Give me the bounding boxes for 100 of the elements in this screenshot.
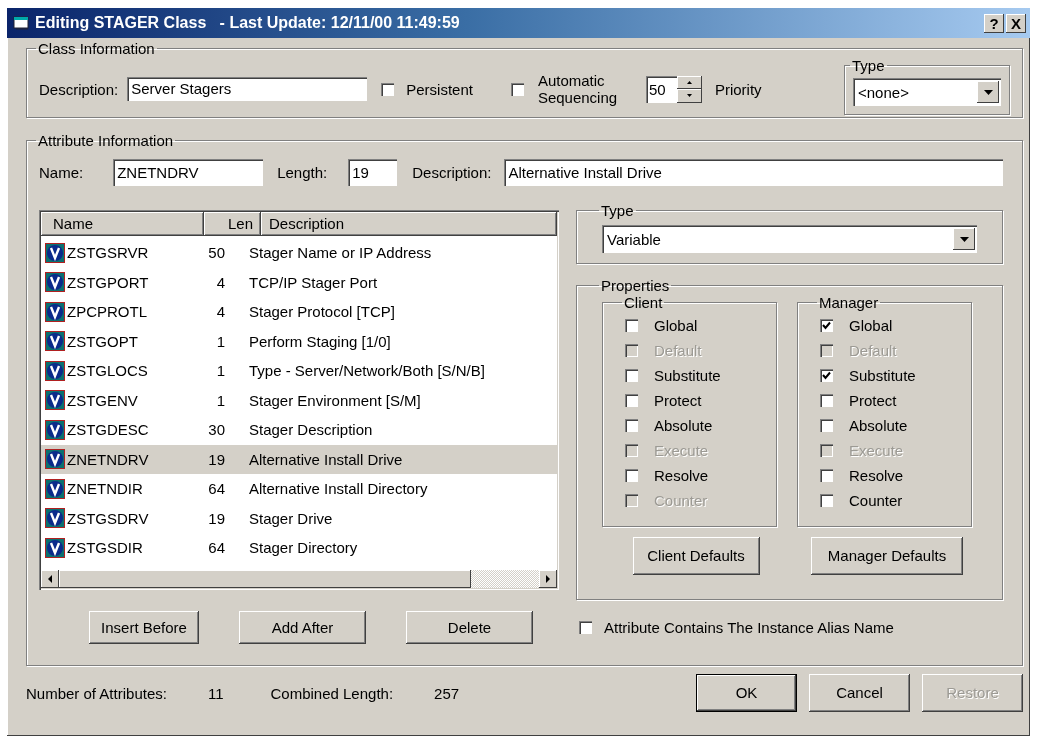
checkbox-label: Resolve [849,467,904,484]
variable-icon [45,390,65,411]
table-cell: Stager Description [249,421,373,439]
list-row[interactable]: ZNETNDRV 19 Alternative Install Drive [41,444,557,474]
table-cell-text: ZSTGOPT [66,332,139,350]
table-cell-text: ZSTGENV [66,391,139,409]
column-header[interactable]: Len [204,212,261,236]
table-cell: Stager Drive [249,509,333,527]
scrollbar-thumb[interactable] [59,570,471,588]
checkbox[interactable] [625,469,638,482]
table-cell: Alternative Install Directory [249,480,428,498]
list-row[interactable]: ZSTGSRVR 50 Stager Name or IP Address [41,238,557,268]
list-row[interactable]: ZNETNDIR 64 Alternative Install Directory [41,474,557,504]
checkbox[interactable] [579,621,592,634]
status-label: Combined Length: [270,684,394,702]
status-label: Number of Attributes: [26,684,167,702]
dropdown-button[interactable] [977,81,999,103]
button[interactable]: Cancel [809,674,910,712]
column-header[interactable]: Description [261,212,557,236]
checkbox[interactable] [820,369,833,382]
variable-icon [45,449,65,470]
window-title: Editing STAGER Class - Last Update: 12/11/00 11:49:59 [35,14,460,32]
horizontal-scrollbar[interactable] [41,570,557,588]
description-field[interactable]: Server Stagers [127,77,368,101]
checkbox-label: Execute [654,442,709,459]
status-value: 11 [207,684,224,702]
type-dropdown[interactable]: Variable [602,225,977,253]
name-field[interactable]: ZNETNDRV [113,159,264,186]
table-cell-text: ZSTGSRVR [66,244,150,262]
list-row[interactable]: ZSTGSDRV 19 Stager Drive [41,503,557,533]
checkbox[interactable] [381,82,395,96]
dropdown-button[interactable] [953,228,975,250]
table-cell-text: 4 [215,303,225,321]
variable-icon [45,508,65,529]
checkbox[interactable] [820,394,833,407]
table-cell: Stager Protocol [TCP] [249,303,395,321]
list-row[interactable]: ZPCPROTL 4 Stager Protocol [TCP] [41,297,557,327]
table-cell-text: 1 [215,332,225,350]
table-cell-text: 64 [207,539,225,557]
checkbox[interactable] [820,419,833,432]
list-row[interactable]: ZSTGSDIR 64 Stager Directory [41,533,557,563]
list-row[interactable]: ZSTGPORT 4 TCP/IP Stager Port [41,267,557,297]
type-dropdown[interactable]: <none> [853,78,1001,106]
checkbox-label: Counter [654,492,708,509]
button[interactable]: OK [696,674,797,712]
variable-icon [45,242,65,263]
checkbox-label: Counter [849,492,903,509]
list-row[interactable]: ZSTGOPT 1 Perform Staging [1/0] [41,326,557,356]
group-label: Class Information [37,40,156,57]
table-cell-text: ZSTGPORT [66,273,150,291]
scroll-left-button[interactable] [41,570,59,588]
help-button[interactable]: ? [984,13,1004,33]
checkbox[interactable] [625,319,638,332]
checkbox[interactable] [820,319,833,332]
list-row[interactable]: ZSTGENV 1 Stager Environment [S/M] [41,385,557,415]
length-field[interactable]: 19 [348,159,398,186]
table-cell-text: 64 [207,480,225,498]
checkbox-label: Default [849,342,897,359]
button[interactable]: Insert Before [89,611,199,644]
table-cell-text: ZSTGLOCS [66,362,149,380]
button[interactable]: Client Defaults [632,537,760,575]
table-cell: Stager Environment [S/M] [249,391,421,409]
field-label: Description: [412,164,492,181]
button[interactable]: Delete [406,611,533,644]
field-label: Name: [39,164,84,181]
checkbox[interactable] [510,82,524,96]
group-label: Client [623,294,664,311]
table-cell-text: ZSTGSDRV [66,509,150,527]
field-label: Description: [39,80,119,98]
button[interactable]: Add After [239,611,366,644]
checkbox[interactable] [625,419,638,432]
checkbox[interactable] [625,369,638,382]
checkbox-label: Global [849,317,893,334]
table-cell: Type - Server/Network/Both [S/N/B] [249,362,485,380]
spin-up-button[interactable] [676,75,702,89]
down-triangle-icon [686,94,692,98]
table-cell-text: 4 [215,273,225,291]
table-cell-text: 19 [207,509,225,527]
checkbox[interactable] [820,494,833,507]
scroll-right-button[interactable] [539,570,557,588]
checkbox-label: Global [654,317,698,334]
checkbox[interactable] [625,394,638,407]
priority-field[interactable]: 50 [645,75,677,103]
close-button[interactable]: X [1006,13,1026,33]
window-icon [13,16,29,30]
spin-down-button[interactable] [676,89,702,103]
checkbox-label: Persistent [406,80,473,98]
left-triangle-icon [48,575,52,583]
table-cell-text: ZSTGDESC [66,421,150,439]
column-header[interactable]: Name [41,212,204,236]
checkbox-label: Substitute [654,367,721,384]
checkbox[interactable] [820,469,833,482]
description-field[interactable]: Alternative Install Drive [504,159,1003,186]
checkbox-label: Attribute Contains The Instance Alias Name [604,619,894,636]
list-row[interactable]: ZSTGDESC 30 Stager Description [41,415,557,445]
list-row[interactable]: ZSTGLOCS 1 Type - Server/Network/Both [S/N/B] [41,356,557,386]
table-cell-text: 30 [207,421,225,439]
checkbox-label: Default [654,342,702,359]
button[interactable]: Manager Defaults [811,537,963,575]
right-triangle-icon [546,575,550,583]
